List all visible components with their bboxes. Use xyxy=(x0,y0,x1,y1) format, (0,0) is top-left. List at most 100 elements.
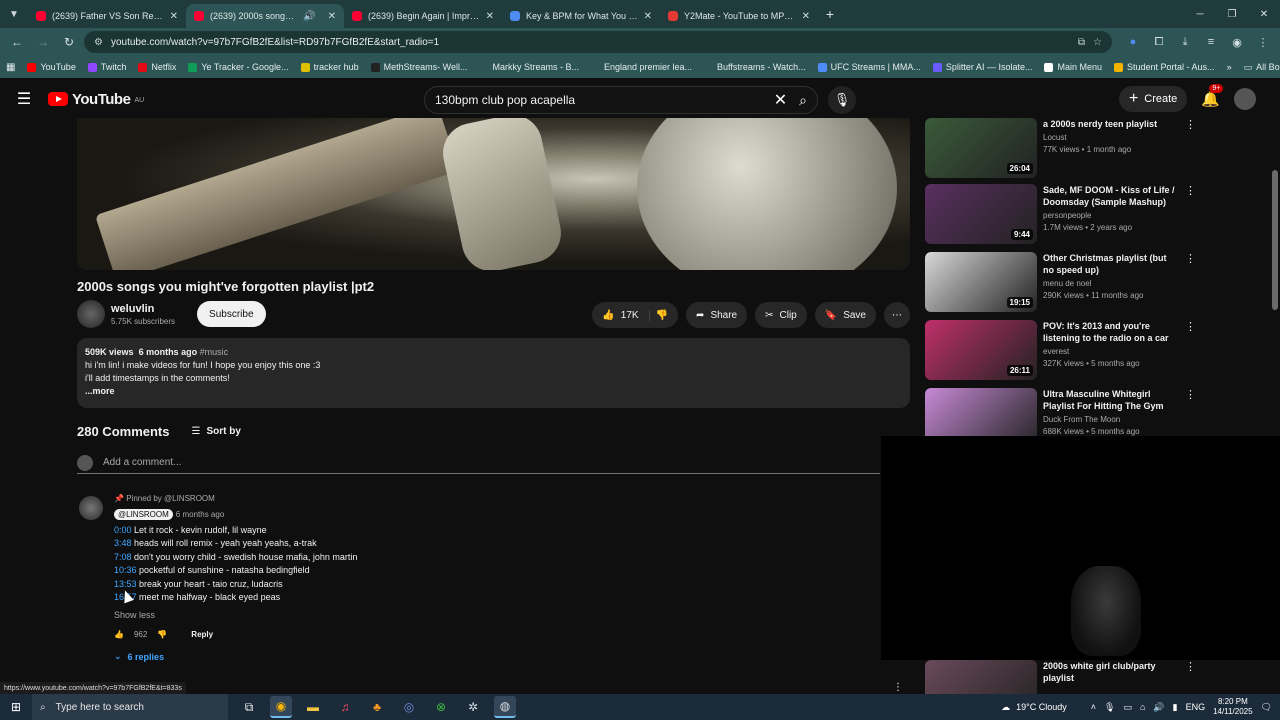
microphone-icon[interactable]: 🎙 xyxy=(828,86,856,114)
related-video-title[interactable]: 2000s white girl club/party playlist xyxy=(1043,660,1177,684)
bookmarks-overflow-icon[interactable]: » xyxy=(1227,62,1232,72)
close-icon[interactable]: ✕ xyxy=(170,11,178,22)
account-avatar[interactable] xyxy=(1234,88,1256,110)
timestamp-link[interactable]: 0:00 xyxy=(114,525,132,535)
tab-5[interactable]: Y2Mate - YouTube to MP3 Con ✕ xyxy=(660,4,818,28)
site-info-icon[interactable]: ⚙ xyxy=(94,37,103,48)
close-icon[interactable]: ✕ xyxy=(802,11,810,22)
windows-start-icon[interactable]: ⊞ xyxy=(0,694,32,720)
more-options-icon[interactable]: ⋮ xyxy=(1185,118,1196,131)
taskbar-search[interactable]: ⌕ Type here to search xyxy=(32,694,228,720)
bookmark-item[interactable]: YouTube xyxy=(27,62,76,72)
related-video-item[interactable]: 26:04 a 2000s nerdy teen playlist Locust… xyxy=(925,118,1196,182)
url-text[interactable]: youtube.com/watch?v=97b7FGfB2fE&list=RD9… xyxy=(111,37,1070,48)
omnibox[interactable]: ⚙ youtube.com/watch?v=97b7FGfB2fE&list=R… xyxy=(84,31,1112,53)
related-channel[interactable]: everest xyxy=(1043,347,1177,356)
related-video-title[interactable]: Sade, MF DOOM - Kiss of Life / Doomsday … xyxy=(1043,184,1177,208)
hashtag-link[interactable]: #music xyxy=(200,347,229,357)
extension-icon[interactable]: ● xyxy=(1122,31,1144,53)
media-icon[interactable]: ≡ xyxy=(1200,31,1222,53)
bookmark-item[interactable]: UFC Streams | MMA... xyxy=(817,62,921,72)
apps-grid-icon[interactable]: ▦ xyxy=(6,62,15,73)
more-options-icon[interactable]: ⋮ xyxy=(893,682,903,693)
chevron-up-icon[interactable]: ˄ xyxy=(1091,702,1096,712)
new-tab-button[interactable]: + xyxy=(818,6,842,22)
close-icon[interactable]: ✕ xyxy=(486,11,494,22)
battery-icon[interactable]: ▮ xyxy=(1173,702,1178,713)
forward-icon[interactable]: → xyxy=(32,31,54,53)
search-icon[interactable]: ⌕ xyxy=(799,92,807,109)
weather-widget[interactable]: ☁ 19°C Cloudy xyxy=(1001,702,1067,713)
minimize-icon[interactable]: ─ xyxy=(1184,0,1216,28)
menu-hamburger-icon[interactable]: ☰ xyxy=(0,89,48,109)
tab-4[interactable]: Key & BPM for What You Waiti ✕ xyxy=(502,4,660,28)
bookmark-item[interactable]: Twitch xyxy=(87,62,126,72)
youtube-logo[interactable]: YouTube AU xyxy=(48,91,144,108)
bookmark-item[interactable]: Student Portal - Aus... xyxy=(1114,62,1215,72)
view-replies-button[interactable]: ⌄ 6 replies xyxy=(114,651,814,662)
profile-icon[interactable]: ◉ xyxy=(1226,31,1248,53)
notifications-bell-icon[interactable]: 🔔 9+ xyxy=(1201,84,1224,108)
chrome-icon[interactable]: ◉ xyxy=(270,696,292,718)
tab-1[interactable]: (2639) Father VS Son React to K ✕ xyxy=(28,4,186,28)
video-thumbnail[interactable]: 19:15 xyxy=(925,252,1037,312)
notification-center-icon[interactable]: 🗨 xyxy=(1261,702,1272,713)
save-button[interactable]: 🔖 Save xyxy=(814,302,876,328)
chrome-menu-icon[interactable]: ⋮ xyxy=(1252,31,1274,53)
related-channel[interactable]: Duck From The Moon xyxy=(1043,415,1177,424)
tab-search-icon[interactable]: ▼ xyxy=(0,0,28,28)
show-less-link[interactable]: Show less xyxy=(114,610,814,620)
speaker-icon[interactable]: 🔊 xyxy=(303,11,315,22)
more-options-icon[interactable]: ⋮ xyxy=(1185,184,1196,197)
comment-author[interactable]: @LINSROOM xyxy=(114,509,173,520)
more-options-icon[interactable]: ⋮ xyxy=(1185,660,1196,673)
restore-icon[interactable]: ❐ xyxy=(1216,0,1248,28)
reply-button[interactable]: Reply xyxy=(191,630,213,639)
volume-icon[interactable]: 🔊 xyxy=(1153,702,1164,713)
bookmark-item[interactable]: Markky Streams - B... xyxy=(479,62,579,72)
close-icon[interactable]: ✕ xyxy=(328,11,336,22)
itunes-icon[interactable]: ♫ xyxy=(334,696,356,718)
related-channel[interactable]: menu de noel xyxy=(1043,279,1177,288)
related-channel[interactable]: personpeople xyxy=(1043,211,1177,220)
description-box[interactable]: 509K views 6 months ago #music hi i'm li… xyxy=(77,338,910,408)
all-bookmarks-button[interactable]: ▭All Bookmarks xyxy=(1244,62,1280,73)
tab-3[interactable]: (2639) Begin Again | Improvise ✕ xyxy=(344,4,502,28)
reload-icon[interactable]: ↻ xyxy=(58,31,80,53)
install-icon[interactable]: ⧉ xyxy=(1078,37,1085,48)
timestamp-link[interactable]: 13:53 xyxy=(114,579,137,589)
add-comment-field[interactable]: Add a comment... xyxy=(77,454,880,474)
bookmark-item[interactable]: Splitter AI — Isolate... xyxy=(932,62,1032,72)
more-link[interactable]: ...more xyxy=(85,385,902,398)
timestamp-link[interactable]: 10:36 xyxy=(114,565,137,575)
channel-avatar[interactable] xyxy=(77,300,105,328)
related-video-item[interactable]: 9:44 Sade, MF DOOM - Kiss of Life / Doom… xyxy=(925,184,1196,248)
bookmark-item[interactable]: MethStreams- Well... xyxy=(370,62,467,72)
settings-gear-icon[interactable]: ✲ xyxy=(462,696,484,718)
back-icon[interactable]: ← xyxy=(6,31,28,53)
related-video-title[interactable]: a 2000s nerdy teen playlist xyxy=(1043,118,1177,130)
create-button[interactable]: + Create xyxy=(1118,86,1188,112)
tab-2[interactable]: (2639) 2000s songs you mi 🔊 ✕ xyxy=(186,4,344,28)
bookmark-item[interactable]: England premier lea... xyxy=(590,62,692,72)
more-actions-icon[interactable]: ⋯ xyxy=(884,302,910,328)
clip-button[interactable]: ✂ Clip xyxy=(755,302,807,328)
close-window-icon[interactable]: ✕ xyxy=(1248,0,1280,28)
network-icon[interactable]: ⌂ xyxy=(1140,702,1145,712)
more-options-icon[interactable]: ⋮ xyxy=(1185,388,1196,401)
bookmark-star-icon[interactable]: ☆ xyxy=(1093,37,1102,48)
like-button[interactable]: 👍 17K xyxy=(602,309,650,321)
obs-icon[interactable]: ◍ xyxy=(494,696,516,718)
bookmark-item[interactable]: Netflix xyxy=(138,62,176,72)
more-options-icon[interactable]: ⋮ xyxy=(1185,252,1196,265)
sort-by-button[interactable]: ☰ Sort by xyxy=(191,426,240,437)
download-icon[interactable]: ⤓ xyxy=(1174,31,1196,53)
related-video-title[interactable]: Other Christmas playlist (but no speed u… xyxy=(1043,252,1177,276)
related-video-title[interactable]: Ultra Masculine Whitegirl Playlist For H… xyxy=(1043,388,1177,412)
related-video-item[interactable]: 19:15 Other Christmas playlist (but no s… xyxy=(925,252,1196,316)
comment-time[interactable]: 6 months ago xyxy=(176,510,224,519)
video-thumbnail[interactable]: 9:44 xyxy=(925,184,1037,244)
bookmark-item[interactable]: tracker hub xyxy=(300,62,359,72)
xbox-icon[interactable]: ⊗ xyxy=(430,696,452,718)
video-thumbnail[interactable]: 26:04 xyxy=(925,118,1037,178)
